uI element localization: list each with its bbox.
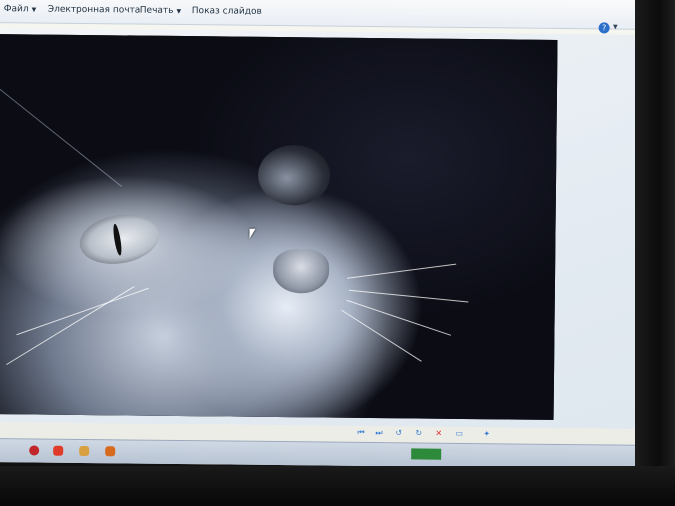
chevron-down-icon[interactable]: ▼ <box>613 24 618 31</box>
opera-icon[interactable] <box>29 445 40 456</box>
whisker <box>16 287 149 336</box>
cat-photo <box>0 33 558 420</box>
chevron-down-icon: ▼ <box>176 7 182 16</box>
help-icon[interactable]: ? <box>598 22 610 34</box>
help-label: ? <box>601 23 607 33</box>
photo-viewer-area <box>0 27 652 429</box>
whisker <box>6 286 135 366</box>
monitor-screen: Файл ▼ Электронная почта Печать ▼ Показ сл… <box>0 0 652 469</box>
menu-print[interactable]: Печать ▼ <box>140 6 181 16</box>
whisker <box>346 299 452 336</box>
app-icon[interactable] <box>105 446 116 457</box>
cat-pupil <box>111 223 124 256</box>
menu-bar: Файл ▼ Электронная почта Печать ▼ Показ сл… <box>0 0 652 34</box>
whisker <box>348 289 469 303</box>
cat-eye-left <box>76 209 163 270</box>
whisker <box>341 309 422 362</box>
menu-email[interactable]: Электронная почта <box>48 5 141 16</box>
cat-nose <box>272 248 330 294</box>
menu-slideshow[interactable]: Показ слайдов <box>192 6 262 17</box>
menu-file[interactable]: Файл ▼ <box>4 4 37 14</box>
monitor-bezel-bottom <box>0 466 675 506</box>
glare-line <box>0 79 122 187</box>
chevron-down-icon: ▼ <box>31 6 37 14</box>
rotate-right-icon[interactable]: ↻ <box>415 428 422 437</box>
play-slideshow-icon[interactable]: ⏭ <box>375 428 382 438</box>
monitor-bezel-right <box>635 0 675 506</box>
menu-slideshow-label: Показ слайдов <box>191 6 262 17</box>
taskbar <box>0 437 648 469</box>
delete-icon[interactable]: ✕ <box>435 429 442 438</box>
menu-file-label: Файл <box>3 4 29 15</box>
mouse-pointer-icon <box>249 228 256 239</box>
menu-email-label: Электронная почта <box>47 4 141 16</box>
folder-icon[interactable] <box>79 445 90 457</box>
previous-icon[interactable]: ⏮ <box>357 428 364 438</box>
cat-eye-right <box>257 144 331 206</box>
monitor-icon[interactable]: ▭ <box>455 429 463 438</box>
menu-print-label: Печать <box>139 5 174 16</box>
zoom-icon[interactable]: ✦ <box>483 429 490 438</box>
yandex-icon[interactable] <box>53 445 64 456</box>
rotate-left-icon[interactable]: ↺ <box>395 428 402 437</box>
whisker <box>347 263 457 279</box>
taskbar-tray-indicator[interactable] <box>411 448 442 460</box>
